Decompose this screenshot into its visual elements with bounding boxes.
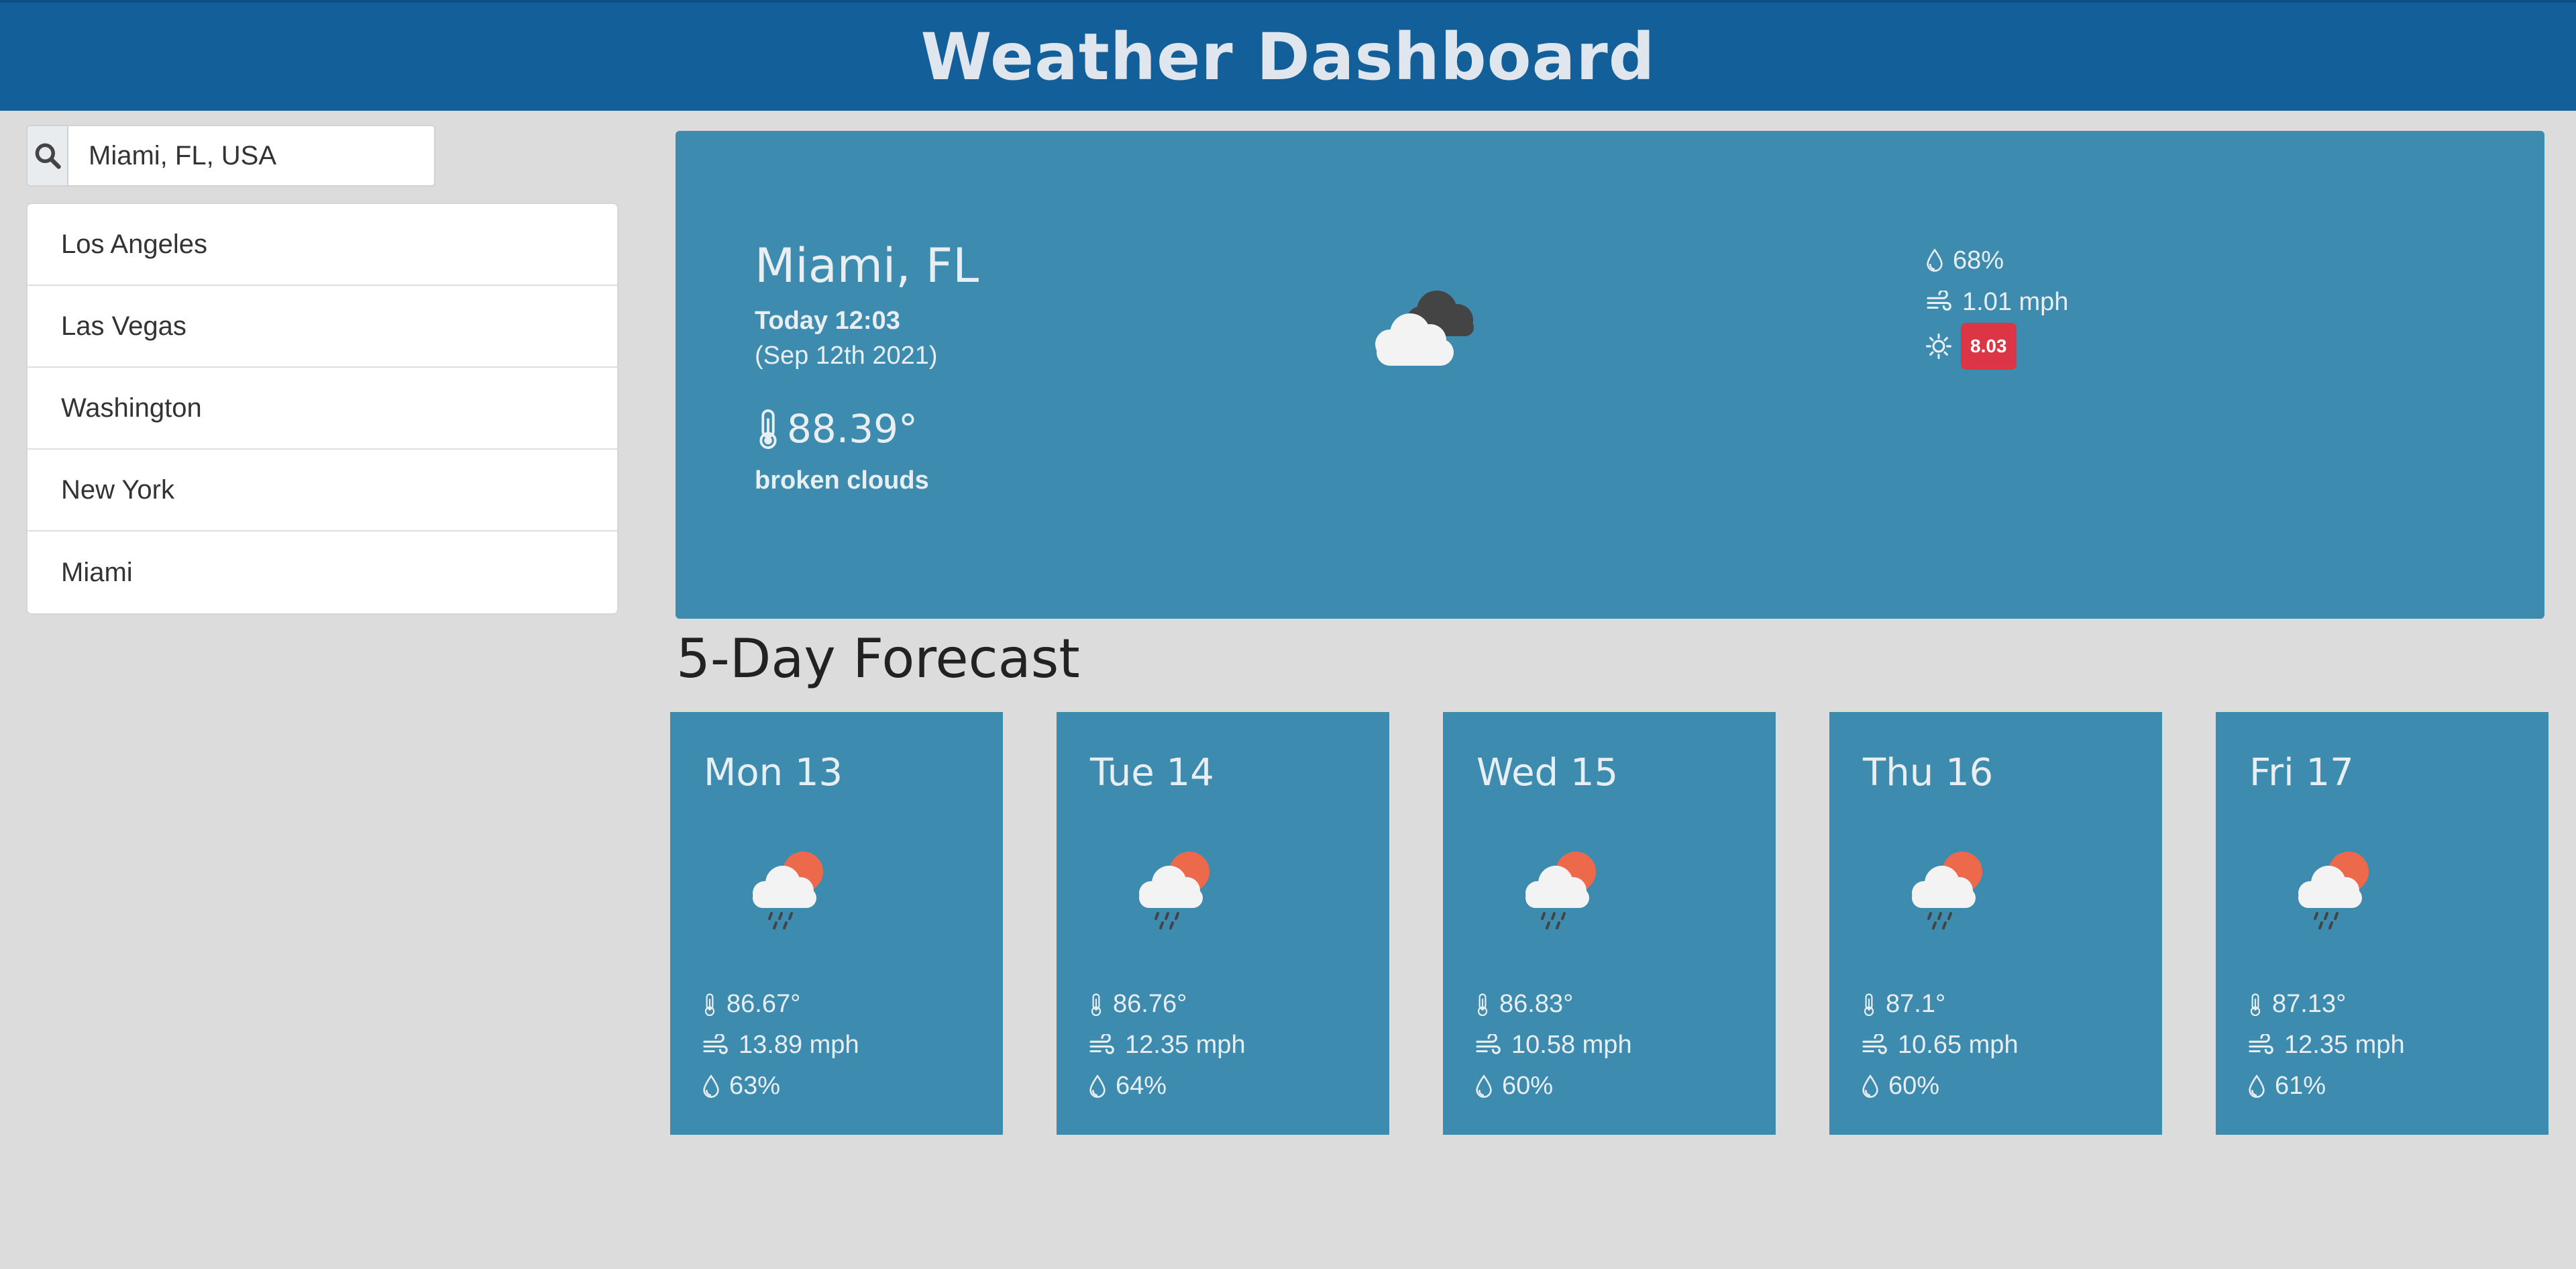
uv-stat: 8.03 [1926,323,2068,370]
wind-icon [1089,1033,1114,1054]
forecast-humidity: 61% [2275,1072,2326,1100]
forecast-humidity-stat: 60% [1862,1066,2019,1107]
forecast-wind: 10.65 mph [1898,1031,2019,1059]
forecast-stats: 86.83° 10.58 mph 60% [1475,984,1632,1107]
thermometer-icon [759,409,777,450]
droplet-icon [703,1074,719,1098]
forecast-humidity: 63% [729,1072,781,1100]
current-temperature-value: 88.39° [787,406,918,452]
forecast-temp-stat: 87.1° [1862,984,2019,1025]
page-title: Weather Dashboard [920,19,1656,95]
current-weather-card: Miami, FL Today 12:03 (Sep 12th 2021) 88… [676,131,2544,619]
forecast-day: Wed 15 [1477,751,1619,795]
droplet-icon [2249,1074,2265,1098]
forecast-day: Fri 17 [2249,751,2354,795]
wind-icon [1927,291,1951,311]
thermometer-icon [1864,993,1874,1016]
wind-stat: 1.01 mph [1926,281,2068,323]
page-header: Weather Dashboard [0,0,2576,111]
forecast-card-0: Mon 13 86.67° 13.89 mph 63% [670,712,1003,1135]
forecast-wind-stat: 13.89 mph [702,1025,859,1066]
wind-value: 1.01 mph [1962,288,2069,316]
thermometer-icon [1091,993,1102,1016]
forecast-title: 5-Day Forecast [676,627,1080,690]
droplet-icon [1089,1074,1106,1098]
droplet-icon [1862,1074,1878,1098]
forecast-temp-stat: 86.67° [702,984,859,1025]
rain-sun-icon [1514,846,1608,933]
search-bar [26,125,435,187]
forecast-wind: 13.89 mph [739,1031,859,1059]
forecast-day: Thu 16 [1863,751,1994,795]
forecast-temp: 87.13° [2272,990,2347,1018]
forecast-day: Mon 13 [704,751,843,795]
humidity-value: 68% [1953,246,2004,274]
uv-index-badge: 8.03 [1961,323,2017,370]
rain-sun-icon [2287,846,2381,933]
rain-sun-icon [1900,846,1994,933]
wind-icon [1862,1033,1887,1054]
forecast-temp-stat: 86.76° [1089,984,1246,1025]
current-description: broken clouds [755,466,929,495]
forecast-wind: 10.58 mph [1511,1031,1632,1059]
forecast-wind: 12.35 mph [2284,1031,2405,1059]
broken-clouds-icon [1360,278,1487,372]
history-item-miami[interactable]: Miami [28,531,617,613]
rain-sun-icon [741,846,835,933]
forecast-humidity-stat: 64% [1089,1066,1246,1107]
forecast-humidity-stat: 60% [1475,1066,1632,1107]
forecast-stats: 87.1° 10.65 mph 60% [1862,984,2019,1107]
forecast-card-1: Tue 14 86.76° 12.35 mph 64% [1057,712,1389,1135]
forecast-wind: 12.35 mph [1125,1031,1246,1059]
current-city: Miami, FL [755,238,979,293]
sun-icon [1926,334,1951,359]
forecast-temp-stat: 86.83° [1475,984,1632,1025]
forecast-card-4: Fri 17 87.13° 12.35 mph 61% [2216,712,2548,1135]
history-item-washington[interactable]: Washington [28,368,617,450]
forecast-temp: 86.83° [1499,990,1574,1018]
thermometer-icon [1477,993,1488,1016]
search-button[interactable] [28,126,68,185]
forecast-stats: 86.76° 12.35 mph 64% [1089,984,1246,1107]
droplet-icon [1476,1074,1492,1098]
droplet-icon [1927,248,1943,272]
forecast-stats: 87.13° 12.35 mph 61% [2248,984,2405,1107]
forecast-card-3: Thu 16 87.1° 10.65 mph 60% [1829,712,2162,1135]
current-temperature: 88.39° [755,406,918,452]
thermometer-icon [2250,993,2261,1016]
wind-icon [1476,1033,1501,1054]
current-stats: 68% 1.01 mph 8.03 [1926,240,2068,370]
forecast-stats: 86.67° 13.89 mph 63% [702,984,859,1107]
forecast-card-2: Wed 15 86.83° 10.58 mph 60% [1443,712,1776,1135]
history-item-las-vegas[interactable]: Las Vegas [28,286,617,368]
rain-sun-icon [1128,846,1222,933]
forecast-humidity: 60% [1502,1072,1554,1100]
current-date: (Sep 12th 2021) [755,342,938,370]
forecast-wind-stat: 12.35 mph [2248,1025,2405,1066]
forecast-temp-stat: 87.13° [2248,984,2405,1025]
forecast-humidity-stat: 63% [702,1066,859,1107]
wind-icon [2249,1033,2273,1054]
search-icon [35,143,61,169]
forecast-wind-stat: 10.58 mph [1475,1025,1632,1066]
forecast-humidity-stat: 61% [2248,1066,2405,1107]
forecast-day: Tue 14 [1090,751,1214,795]
forecast-wind-stat: 12.35 mph [1089,1025,1246,1066]
thermometer-icon [704,993,715,1016]
forecast-temp: 86.67° [727,990,801,1018]
forecast-humidity: 64% [1116,1072,1167,1100]
history-item-new-york[interactable]: New York [28,450,617,531]
forecast-temp: 87.1° [1886,990,1946,1018]
current-time: Today 12:03 [755,307,900,335]
forecast-wind-stat: 10.65 mph [1862,1025,2019,1066]
history-item-los-angeles[interactable]: Los Angeles [28,204,617,286]
humidity-stat: 68% [1926,240,2068,281]
wind-icon [703,1033,728,1054]
forecast-temp: 86.76° [1113,990,1187,1018]
city-search-input[interactable] [68,126,434,185]
forecast-humidity: 60% [1888,1072,1940,1100]
search-history-list: Los Angeles Las Vegas Washington New Yor… [26,203,619,615]
